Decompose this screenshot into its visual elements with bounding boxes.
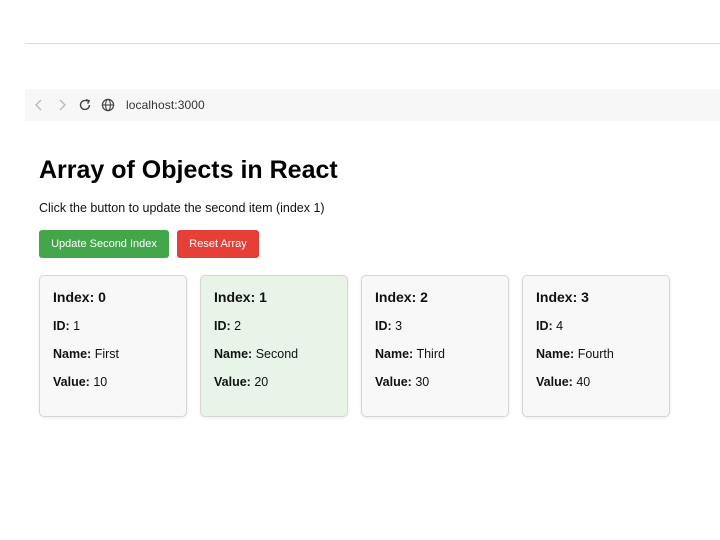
update-second-index-button[interactable]: Update Second Index [39, 230, 169, 258]
name-value: Fourth [577, 347, 614, 361]
id-label: ID: [536, 319, 553, 333]
card-id-line: ID: 4 [536, 319, 656, 334]
card-name-line: Name: First [53, 347, 173, 362]
card-index-heading: Index: 2 [375, 288, 495, 306]
value-value: 10 [93, 375, 108, 389]
item-card: Index: 2 ID: 3 Name: Third Value: 30 [361, 275, 509, 417]
id-value: 3 [395, 319, 403, 333]
id-value: 2 [234, 319, 242, 333]
item-card-list: Index: 0 ID: 1 Name: First Value: 10 Ind… [39, 275, 699, 417]
name-label: Name: [53, 347, 92, 361]
id-label: ID: [53, 319, 70, 333]
card-id-line: ID: 1 [53, 319, 173, 334]
card-index-heading: Index: 1 [214, 288, 334, 306]
card-value-line: Value: 10 [53, 375, 173, 390]
card-id-line: ID: 2 [214, 319, 334, 334]
name-label: Name: [536, 347, 575, 361]
card-name-line: Name: Fourth [536, 347, 656, 362]
card-value-line: Value: 20 [214, 375, 334, 390]
index-value: 2 [420, 289, 428, 305]
name-label: Name: [375, 347, 414, 361]
index-label: Index: [214, 289, 256, 305]
page-subtitle: Click the button to update the second it… [39, 201, 325, 215]
value-label: Value: [214, 375, 251, 389]
name-value: Second [255, 347, 299, 361]
value-value: 40 [576, 375, 591, 389]
item-card-highlighted: Index: 1 ID: 2 Name: Second Value: 20 [200, 275, 348, 417]
id-label: ID: [214, 319, 231, 333]
value-value: 20 [254, 375, 269, 389]
card-name-line: Name: Third [375, 347, 495, 362]
value-label: Value: [536, 375, 573, 389]
index-value: 3 [581, 289, 589, 305]
page-title: Array of Objects in React [39, 156, 338, 184]
forward-arrow-icon[interactable] [53, 96, 71, 114]
id-value: 4 [556, 319, 564, 333]
value-label: Value: [53, 375, 90, 389]
name-value: Third [416, 347, 445, 361]
url-text[interactable]: localhost:3000 [126, 98, 205, 112]
id-value: 1 [73, 319, 81, 333]
card-value-line: Value: 40 [536, 375, 656, 390]
card-value-line: Value: 30 [375, 375, 495, 390]
reset-array-button[interactable]: Reset Array [177, 230, 259, 258]
app-content: Array of Objects in React Click the butt… [39, 150, 699, 417]
browser-address-bar: localhost:3000 [25, 89, 720, 121]
name-value: First [94, 347, 120, 361]
card-index-heading: Index: 0 [53, 288, 173, 306]
globe-icon [99, 96, 117, 114]
name-label: Name: [214, 347, 253, 361]
card-index-heading: Index: 3 [536, 288, 656, 306]
card-id-line: ID: 3 [375, 319, 495, 334]
value-label: Value: [375, 375, 412, 389]
index-label: Index: [375, 289, 417, 305]
page: localhost:3000 Array of Objects in React… [0, 0, 720, 540]
index-label: Index: [536, 289, 578, 305]
index-label: Index: [53, 289, 95, 305]
index-value: 0 [98, 289, 106, 305]
id-label: ID: [375, 319, 392, 333]
back-arrow-icon[interactable] [30, 96, 48, 114]
card-name-line: Name: Second [214, 347, 334, 362]
item-card: Index: 3 ID: 4 Name: Fourth Value: 40 [522, 275, 670, 417]
value-value: 30 [415, 375, 430, 389]
button-row: Update Second Index Reset Array [39, 230, 699, 258]
item-card: Index: 0 ID: 1 Name: First Value: 10 [39, 275, 187, 417]
index-value: 1 [259, 289, 267, 305]
top-divider [25, 43, 720, 44]
reload-icon[interactable] [76, 96, 94, 114]
